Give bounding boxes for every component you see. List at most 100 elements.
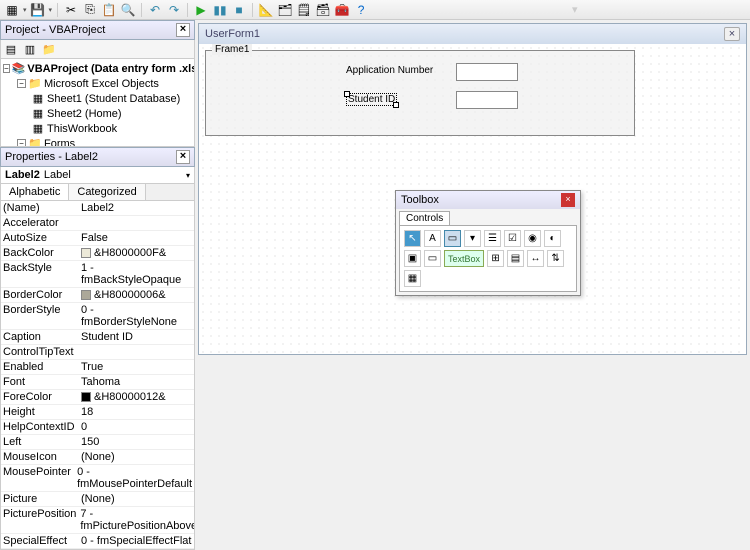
frame1[interactable]: Frame1 Application Number Student ID — [205, 50, 635, 136]
tool-combobox[interactable]: ▾ — [464, 230, 481, 247]
tool-textbox[interactable]: TextBox — [444, 250, 484, 267]
property-value[interactable]: &H80000012& — [79, 390, 194, 404]
property-value[interactable]: (None) — [79, 492, 194, 506]
tool-optionbutton[interactable]: ◉ — [524, 230, 541, 247]
property-row[interactable]: ForeColor&H80000012& — [1, 390, 194, 405]
excel-icon[interactable]: ▦ — [4, 2, 20, 18]
tree-sheet2[interactable]: ▦Sheet2 (Home) — [3, 106, 192, 121]
tool-listbox[interactable]: ☰ — [484, 230, 501, 247]
tool-tabstrip[interactable]: ⊞ — [487, 250, 504, 267]
property-value[interactable]: 0 — [79, 420, 194, 434]
property-value[interactable]: Label2 — [79, 201, 194, 215]
property-row[interactable]: BackStyle1 - fmBackStyleOpaque — [1, 261, 194, 288]
label-student-id[interactable]: Student ID — [346, 93, 397, 106]
tool-label[interactable]: A — [424, 230, 441, 247]
toolbox-tab-controls[interactable]: Controls — [399, 211, 450, 225]
property-value[interactable]: False — [79, 231, 194, 245]
property-value[interactable]: 0 - fmSpecialEffectFlat — [79, 534, 194, 548]
textbox-student-id[interactable] — [456, 91, 518, 109]
property-row[interactable]: MouseIcon(None) — [1, 450, 194, 465]
tree-forms[interactable]: −📁Forms — [3, 136, 192, 147]
stop-icon[interactable]: ■ — [231, 2, 247, 18]
textbox-application-number[interactable] — [456, 63, 518, 81]
tool-checkbox[interactable]: ☑ — [504, 230, 521, 247]
property-row[interactable]: CaptionStudent ID — [1, 330, 194, 345]
property-value[interactable]: 7 - fmPicturePositionAboveCenter — [78, 507, 195, 533]
property-row[interactable]: AutoSizeFalse — [1, 231, 194, 246]
tree-sheet1[interactable]: ▦Sheet1 (Student Database) — [3, 91, 192, 106]
folder-icon[interactable]: 📁 — [41, 42, 57, 56]
property-value[interactable]: 150 — [79, 435, 194, 449]
design-mode-icon[interactable]: 📐 — [258, 2, 274, 18]
property-value[interactable]: 1 - fmBackStyleOpaque — [79, 261, 194, 287]
help-icon[interactable]: ? — [353, 2, 369, 18]
tree-root[interactable]: −📚VBAProject (Data entry form .xlsm) — [3, 61, 192, 76]
project-close-icon[interactable]: × — [176, 23, 190, 37]
paste-icon[interactable]: 📋 — [101, 2, 117, 18]
view-code-icon[interactable]: ▤ — [3, 42, 19, 56]
properties-close-icon[interactable]: × — [176, 150, 190, 164]
property-row[interactable]: PicturePosition7 - fmPicturePositionAbov… — [1, 507, 194, 534]
tool-scrollbar[interactable]: ↔ — [527, 250, 544, 267]
toolbox-close-icon[interactable]: × — [561, 193, 575, 207]
tree-excel-objects[interactable]: −📁Microsoft Excel Objects — [3, 76, 192, 91]
tab-categorized[interactable]: Categorized — [69, 184, 145, 200]
undo-icon[interactable]: ↶ — [147, 2, 163, 18]
property-value[interactable]: Tahoma — [79, 375, 194, 389]
property-row[interactable]: BorderStyle0 - fmBorderStyleNone — [1, 303, 194, 330]
property-row[interactable]: BorderColor&H80000006& — [1, 288, 194, 303]
properties-icon[interactable]: 🗒 — [296, 2, 312, 18]
property-row[interactable]: Accelerator — [1, 216, 194, 231]
tool-togglebutton[interactable]: ◐ — [544, 230, 561, 247]
property-value[interactable] — [79, 345, 194, 359]
property-value[interactable]: Student ID — [79, 330, 194, 344]
property-name: HelpContextID — [1, 420, 79, 434]
userform-designer[interactable]: UserForm1 × Frame1 Application Number St… — [198, 23, 747, 355]
property-row[interactable]: Height18 — [1, 405, 194, 420]
run-icon[interactable]: ▶ — [193, 2, 209, 18]
property-row[interactable]: FontTahoma — [1, 375, 194, 390]
tool-frame[interactable]: ▣ — [404, 250, 421, 267]
tool-select[interactable]: ↖ — [404, 230, 421, 247]
toolbox-titlebar[interactable]: Toolbox × — [396, 191, 580, 209]
tab-alphabetic[interactable]: Alphabetic — [1, 184, 69, 200]
property-value[interactable]: &H8000000F& — [79, 246, 194, 260]
userform-close-icon[interactable]: × — [724, 27, 740, 41]
property-row[interactable]: EnabledTrue — [1, 360, 194, 375]
property-row[interactable]: (Name)Label2 — [1, 201, 194, 216]
property-value[interactable]: (None) — [79, 450, 194, 464]
property-value[interactable]: 0 - fmBorderStyleNone — [79, 303, 194, 329]
tree-thisworkbook[interactable]: ▦ThisWorkbook — [3, 121, 192, 136]
cut-icon[interactable]: ✂ — [63, 2, 79, 18]
object-browser-icon[interactable]: 🗃 — [315, 2, 331, 18]
toolbox[interactable]: Toolbox × Controls ↖ A ▭ ▾ ☰ ☑ ◉ ◐ ▣ ▭ T… — [395, 190, 581, 296]
property-value[interactable]: &H80000006& — [79, 288, 194, 302]
property-value[interactable]: True — [79, 360, 194, 374]
object-selector[interactable]: Label2Label ▾ — [0, 167, 195, 184]
property-value[interactable] — [79, 216, 194, 230]
view-object-icon[interactable]: ▥ — [22, 42, 38, 56]
property-row[interactable]: HelpContextID0 — [1, 420, 194, 435]
tool-image[interactable]: ▦ — [404, 270, 421, 287]
property-row[interactable]: ControlTipText — [1, 345, 194, 360]
save-icon[interactable]: 💾 — [30, 2, 46, 18]
property-row[interactable]: BackColor&H8000000F& — [1, 246, 194, 261]
property-row[interactable]: SpecialEffect0 - fmSpecialEffectFlat — [1, 534, 194, 549]
tool-textbox-icon[interactable]: ▭ — [444, 230, 461, 247]
property-name: BorderStyle — [1, 303, 79, 329]
property-row[interactable]: Picture(None) — [1, 492, 194, 507]
label-application-number[interactable]: Application Number — [346, 65, 433, 76]
pause-icon[interactable]: ▮▮ — [212, 2, 228, 18]
find-icon[interactable]: 🔍 — [120, 2, 136, 18]
project-explorer-icon[interactable]: 🗂 — [277, 2, 293, 18]
property-value[interactable]: 0 - fmMousePointerDefault — [75, 465, 194, 491]
property-row[interactable]: MousePointer0 - fmMousePointerDefault — [1, 465, 194, 492]
tool-commandbutton[interactable]: ▭ — [424, 250, 441, 267]
redo-icon[interactable]: ↷ — [166, 2, 182, 18]
property-row[interactable]: Left150 — [1, 435, 194, 450]
tool-spinbutton[interactable]: ⇅ — [547, 250, 564, 267]
tool-multipage[interactable]: ▤ — [507, 250, 524, 267]
property-value[interactable]: 18 — [79, 405, 194, 419]
toolbox-icon[interactable]: 🧰 — [334, 2, 350, 18]
copy-icon[interactable]: ⎘ — [82, 2, 98, 18]
